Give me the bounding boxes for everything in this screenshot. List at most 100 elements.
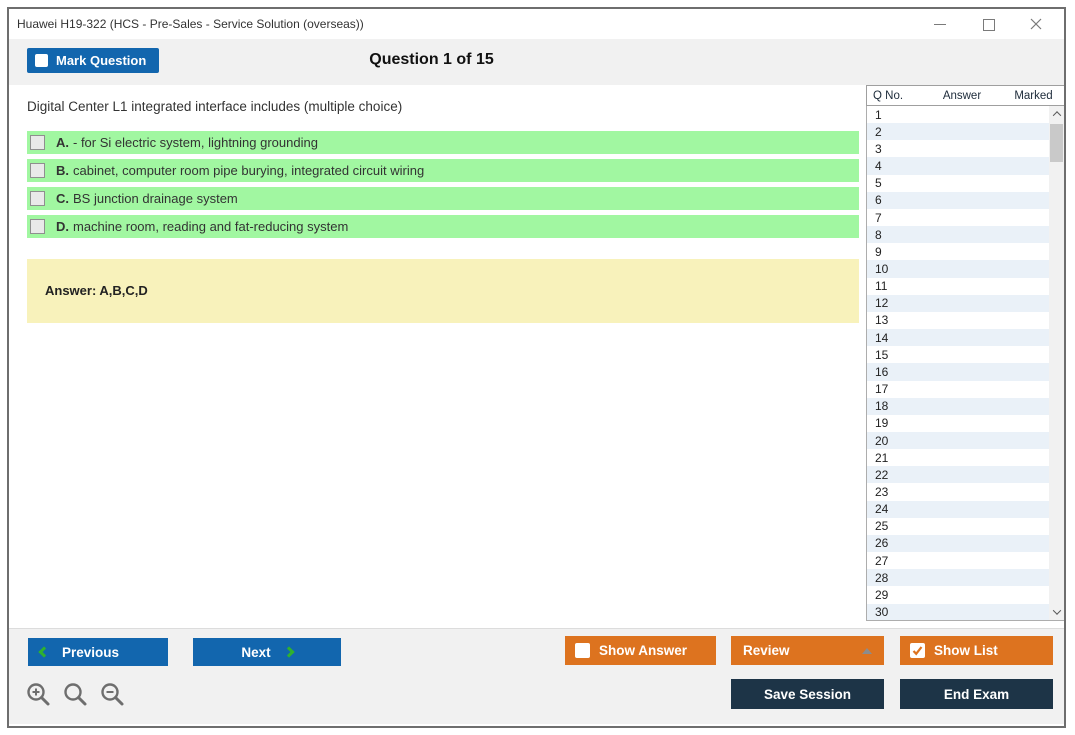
option-a-checkbox[interactable]	[30, 135, 45, 150]
question-list-rows: 1 2 3 4 5 6 7 8 9 10 11 12 13 14 15 16 17 18 19 20 21 22 23 24 2…	[867, 106, 1049, 620]
question-list-row[interactable]: 3	[867, 140, 1049, 158]
question-list-row[interactable]: 21	[867, 449, 1049, 467]
option-b-text: cabinet, computer room pipe burying, int…	[73, 163, 425, 178]
title-bar: Huawei H19-322 (HCS - Pre-Sales - Servic…	[9, 9, 1064, 39]
option-d-letter: D.	[56, 219, 69, 234]
question-list-row[interactable]: 17	[867, 380, 1049, 398]
question-counter: Question 1 of 15	[369, 51, 494, 68]
question-list-row[interactable]: 25	[867, 517, 1049, 535]
close-icon[interactable]	[1030, 18, 1042, 30]
previous-label: Previous	[62, 644, 120, 660]
zoom-reset-button[interactable]	[62, 681, 90, 709]
show-answer-label: Show Answer	[599, 643, 688, 658]
option-c-checkbox[interactable]	[30, 191, 45, 206]
question-list-row[interactable]: 6	[867, 191, 1049, 209]
question-list-row[interactable]: 28	[867, 569, 1049, 587]
end-exam-label: End Exam	[943, 686, 1010, 702]
answer-text: Answer: A,B,C,D	[45, 283, 148, 298]
question-list-row[interactable]: 27	[867, 552, 1049, 570]
window-controls	[934, 18, 1064, 31]
option-b-checkbox[interactable]	[30, 163, 45, 178]
column-qno: Q No.	[873, 89, 904, 102]
question-list-row[interactable]: 16	[867, 363, 1049, 381]
option-d-label: D. machine room, reading and fat-reducing…	[56, 219, 348, 234]
option-c-text: BS junction drainage system	[73, 191, 238, 206]
zoom-tools	[25, 681, 127, 709]
option-b-letter: B.	[56, 163, 69, 178]
answer-box: Answer: A,B,C,D	[27, 259, 859, 323]
magnifier-icon	[64, 683, 87, 706]
zoom-out-button[interactable]	[99, 681, 127, 709]
show-answer-checkbox[interactable]	[575, 643, 590, 658]
save-session-button[interactable]: Save Session	[731, 679, 884, 709]
previous-button[interactable]: Previous	[28, 638, 168, 666]
option-b[interactable]: B. cabinet, computer room pipe burying, i…	[27, 159, 859, 182]
question-list-row[interactable]: 15	[867, 346, 1049, 364]
zoom-in-button[interactable]	[25, 681, 53, 709]
option-d-text: machine room, reading and fat-reducing s…	[73, 219, 349, 234]
options-list: A. - for Si electric system, lightning gr…	[27, 131, 859, 238]
check-icon	[912, 646, 923, 656]
minimize-icon[interactable]	[934, 18, 946, 30]
question-list-body: 1 2 3 4 5 6 7 8 9 10 11 12 13 14 15 16 17 18 19 20 21 22 23 24 2…	[866, 106, 1064, 621]
question-list-row[interactable]: 13	[867, 311, 1049, 330]
option-a-label: A. - for Si electric system, lightning gr…	[56, 135, 318, 150]
question-list-scrollbar[interactable]	[1049, 106, 1064, 620]
option-c-label: C. BS junction drainage system	[56, 191, 238, 206]
show-list-checkbox[interactable]	[910, 643, 925, 658]
option-d[interactable]: D. machine room, reading and fat-reducing…	[27, 215, 859, 238]
option-a-text: - for Si electric system, lightning grou…	[73, 135, 318, 150]
option-b-label: B. cabinet, computer room pipe burying, i…	[56, 163, 424, 178]
show-list-label: Show List	[934, 643, 998, 658]
question-list-row[interactable]: 24	[867, 500, 1049, 518]
show-list-button[interactable]: Show List	[900, 636, 1053, 665]
question-list-row[interactable]: 8	[867, 226, 1049, 244]
question-list-row[interactable]: 4	[867, 157, 1049, 175]
chevron-right-icon	[282, 646, 295, 658]
question-list-row[interactable]: 2	[867, 123, 1049, 141]
chevron-left-icon	[38, 646, 50, 658]
scroll-down-icon[interactable]	[1049, 604, 1064, 620]
next-button[interactable]: Next	[193, 638, 341, 666]
scroll-up-icon[interactable]	[1049, 106, 1064, 122]
question-list-row[interactable]: 10	[867, 260, 1049, 278]
option-d-checkbox[interactable]	[30, 219, 45, 234]
question-list-row[interactable]: 18	[867, 397, 1049, 415]
question-list-row[interactable]: 12	[867, 294, 1049, 312]
question-list-row[interactable]: 29	[867, 586, 1049, 604]
question-list-row[interactable]: 23	[867, 483, 1049, 501]
maximize-icon[interactable]	[982, 18, 995, 31]
magnifier-plus-icon	[27, 683, 50, 706]
magnifier-minus-icon	[101, 683, 124, 706]
question-list-row[interactable]: 11	[867, 277, 1049, 295]
question-text: Digital Center L1 integrated interface i…	[27, 99, 403, 114]
window-title: Huawei H19-322 (HCS - Pre-Sales - Servic…	[17, 17, 364, 31]
option-c-letter: C.	[56, 191, 69, 206]
question-list-row[interactable]: 7	[867, 208, 1049, 227]
question-list-row[interactable]: 19	[867, 414, 1049, 432]
question-panel: Digital Center L1 integrated interface i…	[9, 85, 866, 628]
question-list-panel: Q No. Answer Marked 1 2 3 4 5 6 7 8 9 10 11 12 13 14 1…	[866, 85, 1064, 628]
review-label: Review	[743, 643, 790, 658]
end-exam-button[interactable]: End Exam	[900, 679, 1053, 709]
question-list-row[interactable]: 30	[867, 603, 1049, 620]
review-button[interactable]: Review	[731, 636, 884, 665]
scrollbar-thumb[interactable]	[1050, 124, 1063, 162]
question-list-row[interactable]: 22	[867, 466, 1049, 484]
save-session-label: Save Session	[763, 686, 852, 702]
question-list-header: Q No. Answer Marked	[866, 85, 1064, 106]
column-answer: Answer	[942, 89, 982, 102]
question-list-row[interactable]: 20	[867, 431, 1049, 450]
exam-window: Huawei H19-322 (HCS - Pre-Sales - Servic…	[7, 7, 1066, 728]
question-list-row[interactable]: 14	[867, 329, 1049, 347]
content-area: Digital Center L1 integrated interface i…	[9, 85, 1064, 628]
question-list-row[interactable]: 26	[867, 534, 1049, 553]
option-c[interactable]: C. BS junction drainage system	[27, 187, 859, 210]
next-label: Next	[241, 644, 271, 660]
show-answer-button[interactable]: Show Answer	[565, 636, 716, 665]
header-strip: Mark Question Question 1 of 15	[9, 39, 1064, 85]
question-list-row[interactable]: 5	[867, 174, 1049, 192]
question-list-row[interactable]: 1	[867, 106, 1049, 124]
question-list-row[interactable]: 9	[867, 243, 1049, 261]
option-a[interactable]: A. - for Si electric system, lightning gr…	[27, 131, 859, 154]
